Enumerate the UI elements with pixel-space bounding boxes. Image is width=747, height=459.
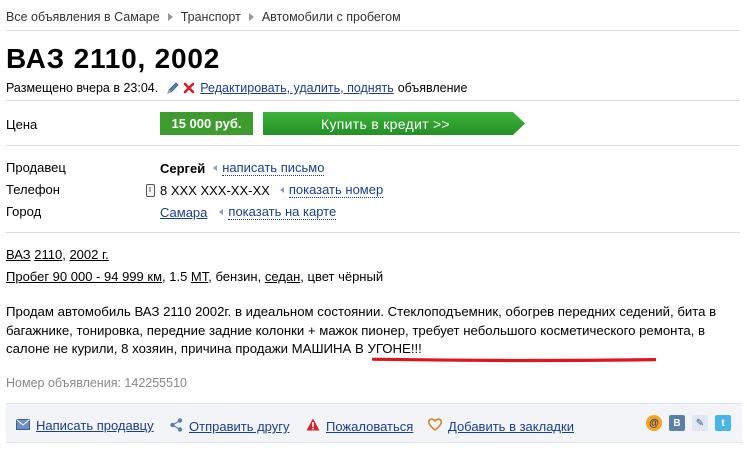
red-underline-annotation <box>372 357 656 363</box>
envelope-icon <box>16 418 30 433</box>
show-phone-link[interactable]: показать номер <box>288 182 384 198</box>
mail-ru-icon[interactable]: @ <box>646 415 662 431</box>
complain-action[interactable]: Пожаловаться <box>306 418 413 434</box>
share-icon <box>170 418 183 435</box>
x-icon[interactable] <box>182 81 196 95</box>
bookmark-action[interactable]: Добавить в закладки <box>427 418 574 434</box>
warning-icon <box>306 418 320 434</box>
breadcrumb-item-all-ads[interactable]: Все объявления в Самаре <box>6 10 160 24</box>
price-label: Цена <box>6 117 38 132</box>
ad-description: Продам автомобиль ВАЗ 2110 2002г. в идеа… <box>6 303 742 359</box>
posted-time: Размещено вчера в 23:04. <box>6 81 159 95</box>
seller-info: Сергей написать письмо <box>160 160 325 176</box>
divider <box>6 30 740 31</box>
phone-label: Телефон <box>6 182 60 197</box>
vkontakte-icon[interactable]: В <box>669 415 685 431</box>
arrow-left-icon <box>213 165 218 171</box>
twitter-icon[interactable]: t <box>715 415 731 431</box>
city-info: Самара показать на карте <box>160 204 337 220</box>
page-title: ВАЗ 2110, 2002 <box>6 43 221 74</box>
write-seller-link[interactable]: Написать продавцу <box>36 418 154 433</box>
phone-icon <box>146 183 155 197</box>
description-highlight: причина продажи МАШИНА В УГОНЕ!!! <box>180 341 422 356</box>
price-badge: 15 000 руб. <box>160 112 253 135</box>
breadcrumb-separator-icon <box>248 13 254 21</box>
city-link[interactable]: Самара <box>160 205 207 220</box>
car-params-line: Пробег 90 000 - 94 999 км, 1.5 МТ, бензи… <box>6 269 383 284</box>
breadcrumb-item-transport[interactable]: Транспорт <box>181 10 241 24</box>
city-label: Город <box>6 204 42 219</box>
divider <box>6 145 740 146</box>
arrow-left-icon <box>279 187 284 193</box>
edit-ad-link[interactable]: Редактировать, удалить, поднять <box>200 81 393 95</box>
breadcrumb-separator-icon <box>167 13 173 21</box>
fuel-type: , бензин, <box>208 269 265 284</box>
actions-bar: Написать продавцу Отправить другу Пожало… <box>6 403 742 443</box>
engine-volume: , 1.5 <box>162 269 191 284</box>
posted-tail-text: объявление <box>397 81 468 95</box>
write-seller-action[interactable]: Написать продавцу <box>16 418 154 433</box>
send-friend-link[interactable]: Отправить другу <box>189 419 289 434</box>
show-on-map-link[interactable]: показать на карте <box>228 204 337 220</box>
send-friend-action[interactable]: Отправить другу <box>170 418 289 435</box>
divider <box>6 100 740 101</box>
breadcrumb-item-used-cars[interactable]: Автомобили с пробегом <box>262 10 401 24</box>
arrow-left-icon <box>219 209 224 215</box>
credit-button-label: Купить в кредит >> <box>321 115 450 132</box>
mileage-link[interactable]: Пробег 90 000 - 94 999 км <box>6 269 162 284</box>
phone-info: 8 XXX XXX-XX-XX показать номер <box>146 182 384 198</box>
write-letter-link[interactable]: написать письмо <box>222 160 325 176</box>
model-link[interactable]: 2110 <box>34 247 62 262</box>
livejournal-icon[interactable]: ✎ <box>692 415 708 431</box>
body-type-link[interactable]: седан <box>265 269 300 284</box>
complain-link[interactable]: Пожаловаться <box>326 419 413 434</box>
car-model-line: ВАЗ 2110, 2002 г. <box>6 247 109 262</box>
ad-number: Номер объявления: 142255510 <box>6 376 187 390</box>
year-link[interactable]: 2002 г. <box>69 247 108 262</box>
posted-info: Размещено вчера в 23:04. Редактировать, … <box>6 81 467 95</box>
car-color: , цвет чёрный <box>300 269 384 284</box>
pencil-icon[interactable] <box>166 81 180 95</box>
phone-masked: 8 XXX XXX-XX-XX <box>160 182 270 198</box>
make-link[interactable]: ВАЗ <box>6 247 31 262</box>
seller-name: Сергей <box>160 160 206 176</box>
bookmark-link[interactable]: Добавить в закладки <box>448 419 574 434</box>
divider <box>6 232 740 233</box>
buy-on-credit-button[interactable]: Купить в кредит >> <box>263 112 525 135</box>
seller-label: Продавец <box>6 160 66 175</box>
transmission-link[interactable]: МТ <box>191 269 208 284</box>
heart-icon <box>427 418 443 434</box>
breadcrumb: Все объявления в Самаре Транспорт Автомо… <box>6 9 401 25</box>
